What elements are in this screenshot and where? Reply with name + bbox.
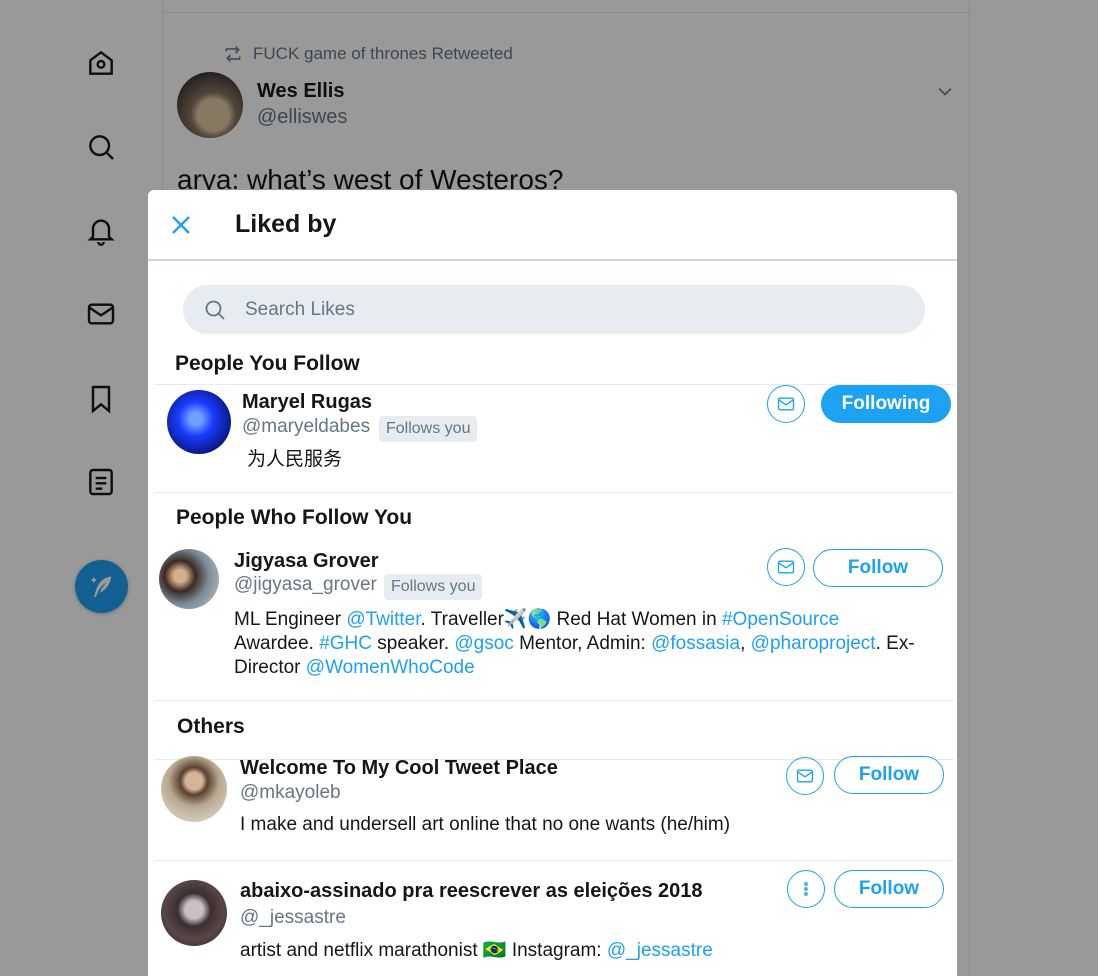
user-handle[interactable]: @_jessastre (240, 907, 346, 929)
bio-line: Director @WomenWhoCode (234, 656, 944, 680)
bio-text: artist and netflix marathonist 🇧🇷 Instag… (240, 940, 607, 961)
user-row-maryel[interactable]: Maryel Rugas @maryeldabes Follows you 为人… (148, 384, 957, 492)
bio-mention[interactable]: @gsoc (454, 633, 513, 654)
user-name[interactable]: Welcome To My Cool Tweet Place (240, 757, 558, 780)
bio-line: Awardee. #GHC speaker. @gsoc Mentor, Adm… (234, 632, 944, 656)
bio-text: speaker. (372, 633, 455, 654)
bio-mention[interactable]: @WomenWhoCode (306, 657, 475, 678)
follow-button[interactable]: Follow (813, 549, 943, 587)
user-handle[interactable]: @jigyasa_grover (234, 574, 377, 596)
following-button[interactable]: Following (821, 385, 951, 423)
avatar[interactable] (161, 756, 227, 822)
bio-mention[interactable]: @_jessastre (607, 940, 713, 961)
bio-mention[interactable]: @Twitter (346, 609, 420, 630)
follow-button[interactable]: Follow (834, 756, 944, 794)
user-bio: ML Engineer @Twitter. Traveller✈️🌎 Red H… (234, 608, 944, 680)
section-people-who-follow-you: People Who Follow You (176, 506, 413, 529)
modal-title: Liked by (235, 210, 337, 238)
avatar[interactable] (159, 549, 219, 609)
user-bio: artist and netflix marathonist 🇧🇷 Instag… (240, 939, 713, 963)
user-row-jigyasa[interactable]: Jigyasa Grover @jigyasa_grover Follows y… (148, 540, 957, 700)
mail-icon (777, 397, 795, 411)
bio-text: Director (234, 657, 306, 678)
bio-hashtag[interactable]: #OpenSource (722, 609, 839, 630)
mail-icon (796, 769, 814, 783)
divider (154, 860, 954, 861)
user-name[interactable]: abaixo-assinado pra reescrever as eleiçõ… (240, 880, 703, 903)
user-bio: I make and undersell art online that no … (240, 814, 731, 835)
more-options-icon (804, 882, 808, 896)
message-button[interactable] (767, 385, 805, 423)
user-name[interactable]: Maryel Rugas (242, 391, 372, 414)
search-input[interactable] (245, 298, 845, 321)
more-options-button[interactable] (787, 870, 825, 908)
user-bio: 为人民服务 (247, 449, 343, 470)
divider (154, 492, 954, 493)
avatar[interactable] (161, 880, 227, 946)
user-row-jessastre[interactable]: abaixo-assinado pra reescrever as eleiçõ… (148, 870, 957, 976)
search-box[interactable] (183, 285, 925, 334)
user-handle[interactable]: @maryeldabes (242, 416, 370, 438)
message-button[interactable] (767, 548, 805, 586)
follows-you-badge: Follows you (384, 574, 483, 600)
user-row-mkayoleb[interactable]: Welcome To My Cool Tweet Place @mkayoleb… (148, 750, 957, 860)
bio-mention[interactable]: @pharoproject (751, 633, 876, 654)
liked-by-modal: Liked by People You Follow Maryel Rugas … (148, 190, 957, 976)
bio-text: . Ex- (875, 633, 915, 654)
section-people-you-follow: People You Follow (175, 352, 360, 375)
mail-icon (777, 560, 795, 574)
user-handle[interactable]: @mkayoleb (240, 782, 341, 804)
avatar[interactable] (167, 390, 231, 454)
search-icon (203, 298, 227, 322)
bio-text: . Traveller✈️🌎 Red Hat Women in (420, 609, 722, 630)
close-icon[interactable] (166, 210, 196, 240)
bio-text: , (740, 633, 751, 654)
follows-you-badge: Follows you (379, 416, 478, 442)
message-button[interactable] (786, 757, 824, 795)
bio-line: ML Engineer @Twitter. Traveller✈️🌎 Red H… (234, 608, 944, 632)
section-others: Others (177, 715, 245, 738)
bio-text: ML Engineer (234, 609, 347, 630)
modal-header: Liked by (148, 190, 957, 261)
user-name[interactable]: Jigyasa Grover (234, 550, 379, 573)
bio-hashtag[interactable]: #GHC (319, 633, 372, 654)
bio-text: Awardee. (234, 633, 320, 654)
follow-button[interactable]: Follow (834, 870, 944, 908)
bio-text: Mentor, Admin: (513, 633, 652, 654)
bio-mention[interactable]: @fossasia (651, 633, 740, 654)
divider (154, 700, 954, 701)
